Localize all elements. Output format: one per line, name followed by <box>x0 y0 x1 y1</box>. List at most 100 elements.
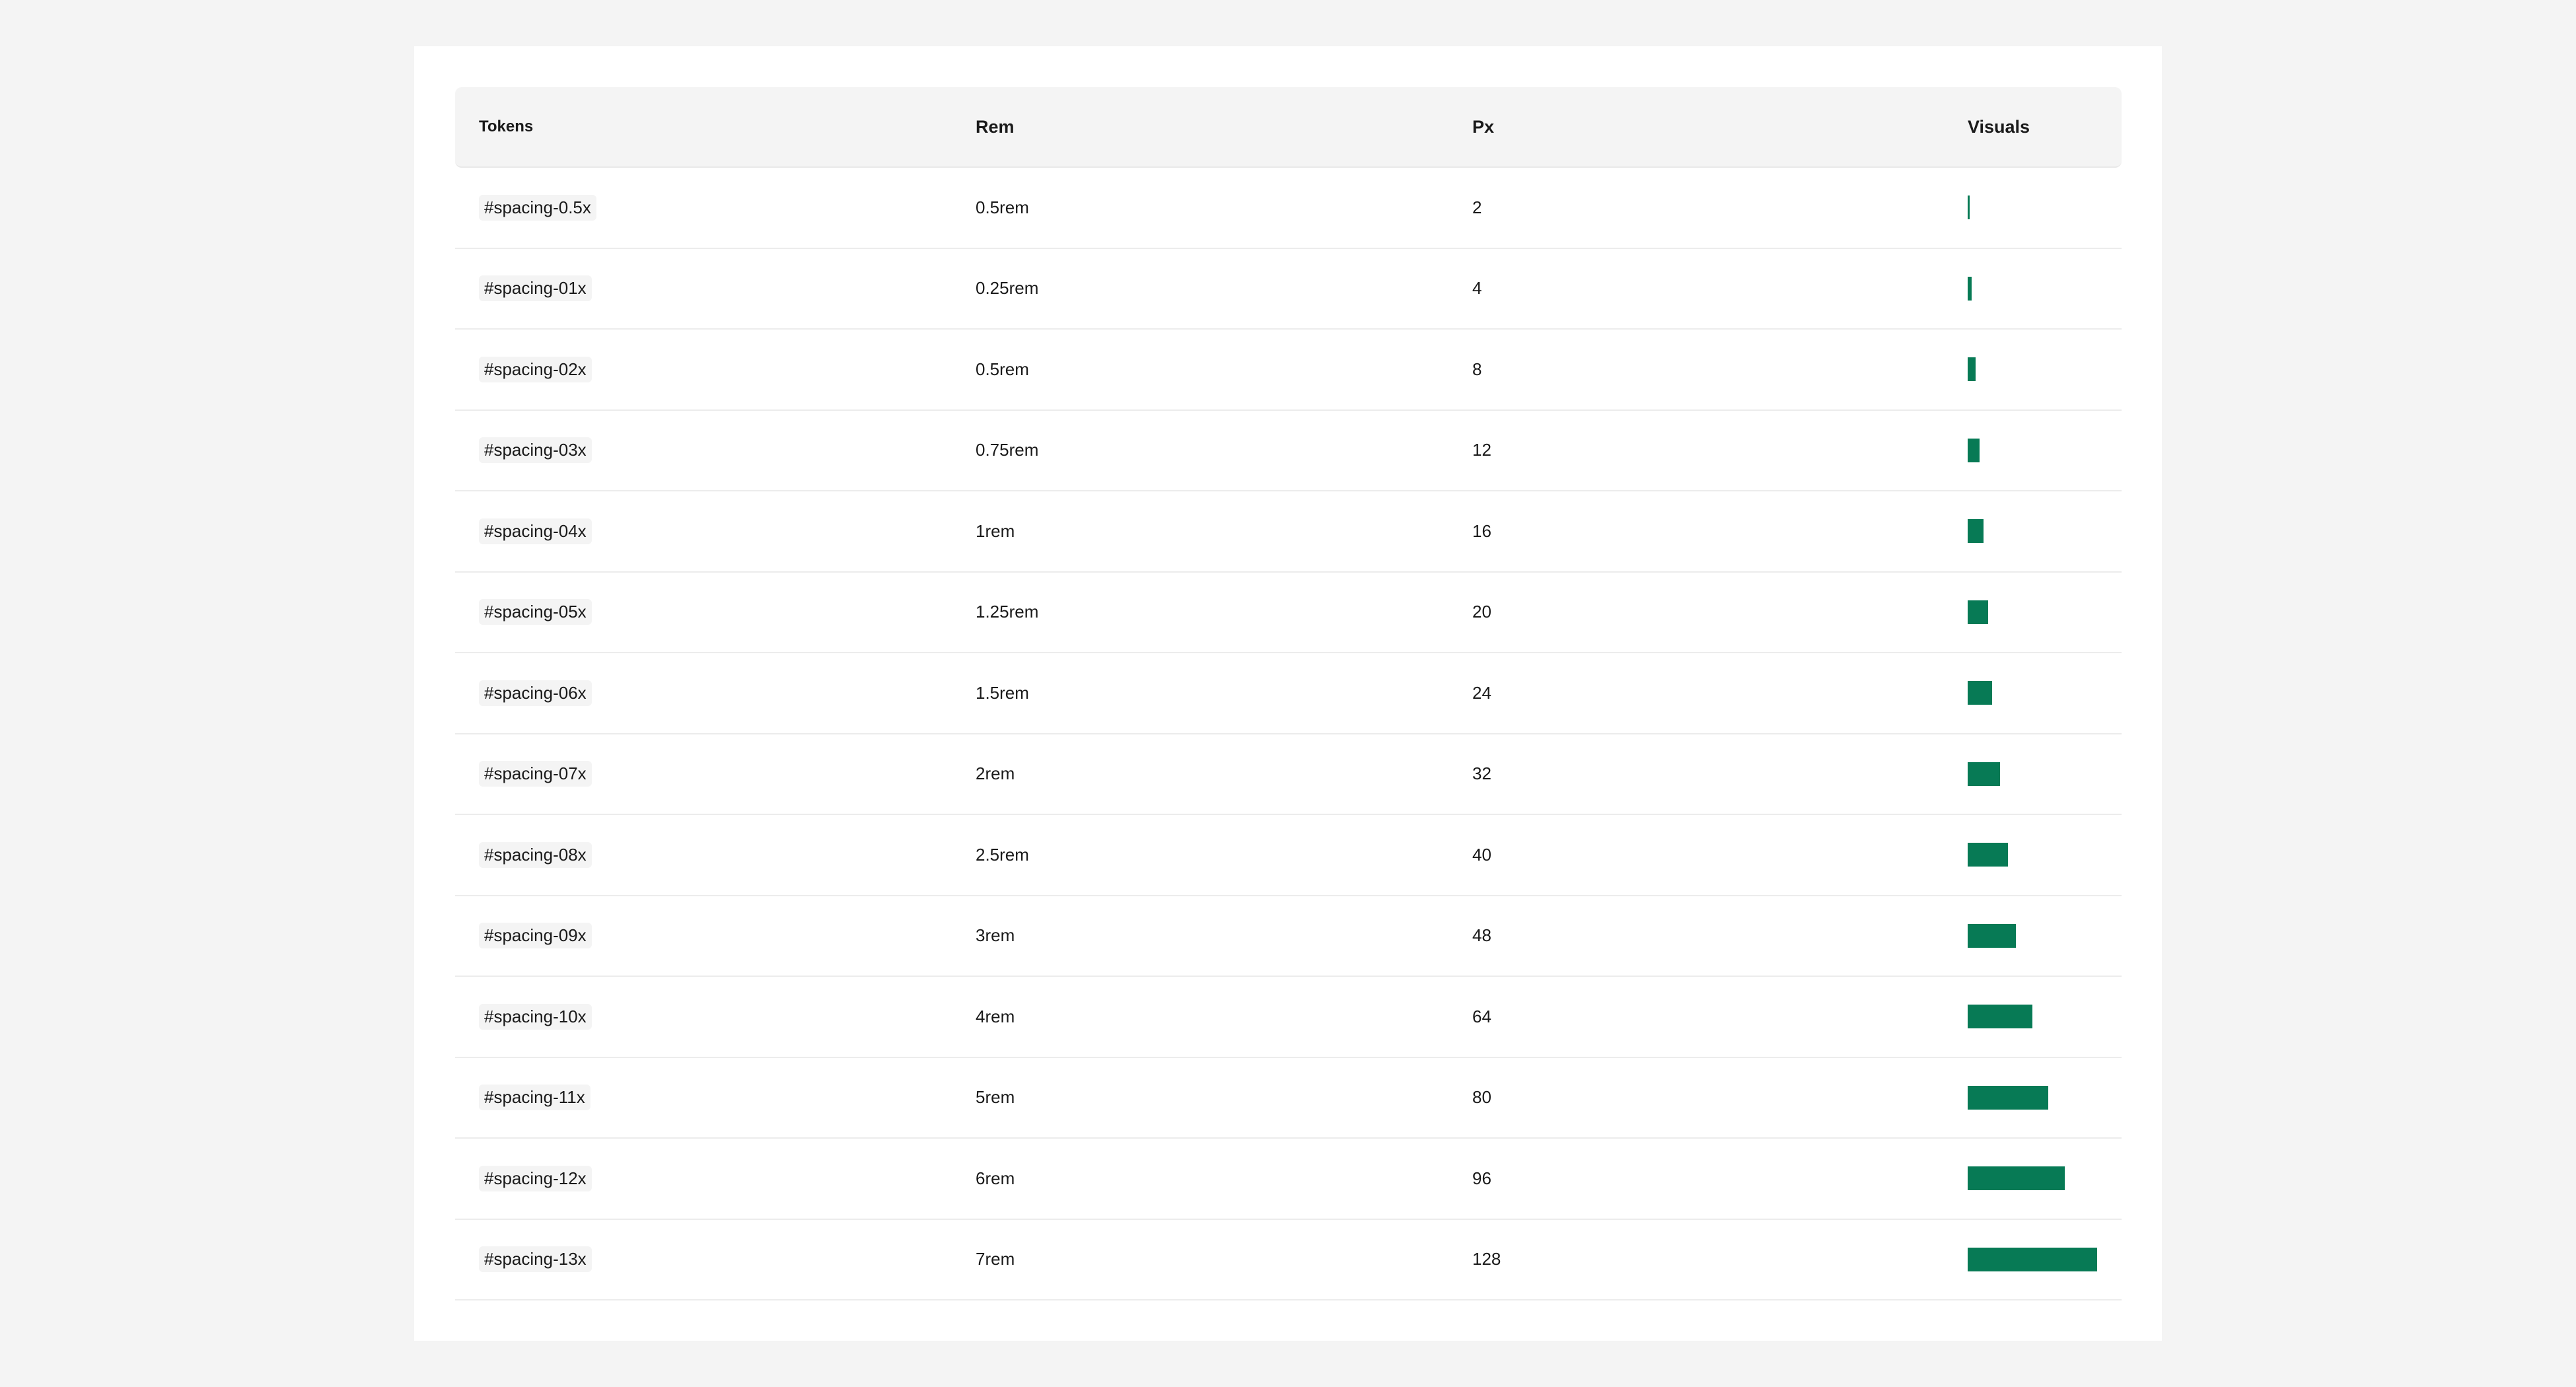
spacing-visual-bar <box>1968 600 1988 624</box>
visual-cell <box>1968 1139 2113 1219</box>
table-row: #spacing-09x 3rem 48 <box>455 896 2122 977</box>
visual-cell <box>1968 330 2113 409</box>
table-row: #spacing-07x 2rem 32 <box>455 734 2122 815</box>
token-cell: #spacing-04x <box>479 491 592 571</box>
table-row: #spacing-06x 1.5rem 24 <box>455 653 2122 734</box>
header-tokens: Tokens <box>479 118 534 135</box>
visual-cell <box>1968 168 2113 248</box>
token-cell: #spacing-11x <box>479 1058 590 1138</box>
table-row: #spacing-08x 2.5rem 40 <box>455 815 2122 896</box>
table-row: #spacing-05x 1.25rem 20 <box>455 573 2122 653</box>
token-cell: #spacing-01x <box>479 249 592 329</box>
token-name: #spacing-10x <box>479 1003 592 1030</box>
table-row: #spacing-10x 4rem 64 <box>455 977 2122 1058</box>
token-name: #spacing-12x <box>479 1165 592 1191</box>
rem-value: 0.5rem <box>976 197 1029 217</box>
visual-cell <box>1968 249 2113 329</box>
visual-cell <box>1968 1058 2113 1138</box>
rem-value: 4rem <box>976 1006 1015 1026</box>
table-body: #spacing-0.5x 0.5rem 2 #spacing-01x 0.25rem 4… <box>455 168 2122 1300</box>
spacing-visual-bar <box>1968 1166 2065 1191</box>
px-value: 128 <box>1472 1249 1501 1269</box>
token-name: #spacing-13x <box>479 1246 592 1273</box>
token-name: #spacing-11x <box>479 1085 590 1111</box>
visual-cell <box>1968 573 2113 653</box>
token-name: #spacing-08x <box>479 841 592 868</box>
spacing-visual-bar <box>1968 276 1972 301</box>
px-value: 64 <box>1472 1006 1491 1026</box>
spacing-visual-bar <box>1968 843 2009 867</box>
rem-value: 3rem <box>976 925 1015 946</box>
token-cell: #spacing-0.5x <box>479 168 596 248</box>
rem-value: 2.5rem <box>976 844 1029 865</box>
token-cell: #spacing-05x <box>479 573 592 653</box>
spacing-visual-bar <box>1968 681 1992 705</box>
rem-value: 5rem <box>976 1087 1015 1108</box>
spacing-visual-bar <box>1968 357 1976 382</box>
token-name: #spacing-07x <box>479 761 592 787</box>
table-row: #spacing-13x 7rem 128 <box>455 1220 2122 1300</box>
rem-value: 0.25rem <box>976 278 1039 299</box>
token-cell: #spacing-02x <box>479 330 592 409</box>
table-row: #spacing-03x 0.75rem 12 <box>455 411 2122 491</box>
spacing-visual-bar <box>1968 1085 2049 1110</box>
spacing-visual-bar <box>1968 923 2017 948</box>
table-row: #spacing-02x 0.5rem 8 <box>455 330 2122 411</box>
spacing-tokens-card: Tokens Rem Px Visuals #spacing-0.5x 0.5re… <box>414 46 2162 1341</box>
token-cell: #spacing-08x <box>479 815 592 895</box>
token-cell: #spacing-13x <box>479 1220 592 1300</box>
token-name: #spacing-0.5x <box>479 194 596 221</box>
spacing-visual-bar <box>1968 438 1980 462</box>
token-name: #spacing-06x <box>479 680 592 706</box>
token-cell: #spacing-10x <box>479 977 592 1057</box>
rem-value: 1.25rem <box>976 602 1039 622</box>
header-rem: Rem <box>976 116 1015 137</box>
px-value: 8 <box>1472 359 1482 379</box>
px-value: 2 <box>1472 197 1482 217</box>
spacing-tokens-table: Tokens Rem Px Visuals #spacing-0.5x 0.5re… <box>455 87 2122 1300</box>
rem-value: 6rem <box>976 1168 1015 1188</box>
header-visuals: Visuals <box>1968 116 2030 137</box>
px-value: 4 <box>1472 278 1482 299</box>
token-cell: #spacing-06x <box>479 653 592 733</box>
rem-value: 0.75rem <box>976 440 1039 460</box>
table-row: #spacing-01x 0.25rem 4 <box>455 249 2122 330</box>
spacing-visual-bar <box>1968 1247 2097 1271</box>
px-value: 16 <box>1472 520 1491 541</box>
token-name: #spacing-04x <box>479 518 592 544</box>
visual-cell <box>1968 491 2113 571</box>
rem-value: 1rem <box>976 520 1015 541</box>
token-name: #spacing-03x <box>479 437 592 464</box>
px-value: 48 <box>1472 925 1491 946</box>
px-value: 96 <box>1472 1168 1491 1188</box>
token-cell: #spacing-03x <box>479 411 592 491</box>
spacing-visual-bar <box>1968 196 1970 220</box>
spacing-visual-bar <box>1968 762 2000 786</box>
token-cell: #spacing-12x <box>479 1139 592 1219</box>
rem-value: 2rem <box>976 764 1015 784</box>
px-value: 20 <box>1472 602 1491 622</box>
px-value: 12 <box>1472 440 1491 460</box>
spacing-visual-bar <box>1968 1005 2032 1029</box>
token-name: #spacing-01x <box>479 275 592 302</box>
px-value: 40 <box>1472 844 1491 865</box>
visual-cell <box>1968 734 2113 814</box>
px-value: 80 <box>1472 1087 1491 1108</box>
table-row: #spacing-0.5x 0.5rem 2 <box>455 168 2122 249</box>
visual-cell <box>1968 1220 2113 1300</box>
token-name: #spacing-05x <box>479 599 592 625</box>
rem-value: 7rem <box>976 1249 1015 1269</box>
px-value: 24 <box>1472 682 1491 703</box>
visual-cell <box>1968 977 2113 1057</box>
visual-cell <box>1968 815 2113 895</box>
table-row: #spacing-04x 1rem 16 <box>455 491 2122 573</box>
table-row: #spacing-11x 5rem 80 <box>455 1058 2122 1139</box>
table-row: #spacing-12x 6rem 96 <box>455 1139 2122 1220</box>
px-value: 32 <box>1472 764 1491 784</box>
token-cell: #spacing-07x <box>479 734 592 814</box>
visual-cell <box>1968 896 2113 976</box>
visual-cell <box>1968 653 2113 733</box>
token-cell: #spacing-09x <box>479 896 592 976</box>
spacing-visual-bar <box>1968 519 1984 544</box>
rem-value: 1.5rem <box>976 682 1029 703</box>
